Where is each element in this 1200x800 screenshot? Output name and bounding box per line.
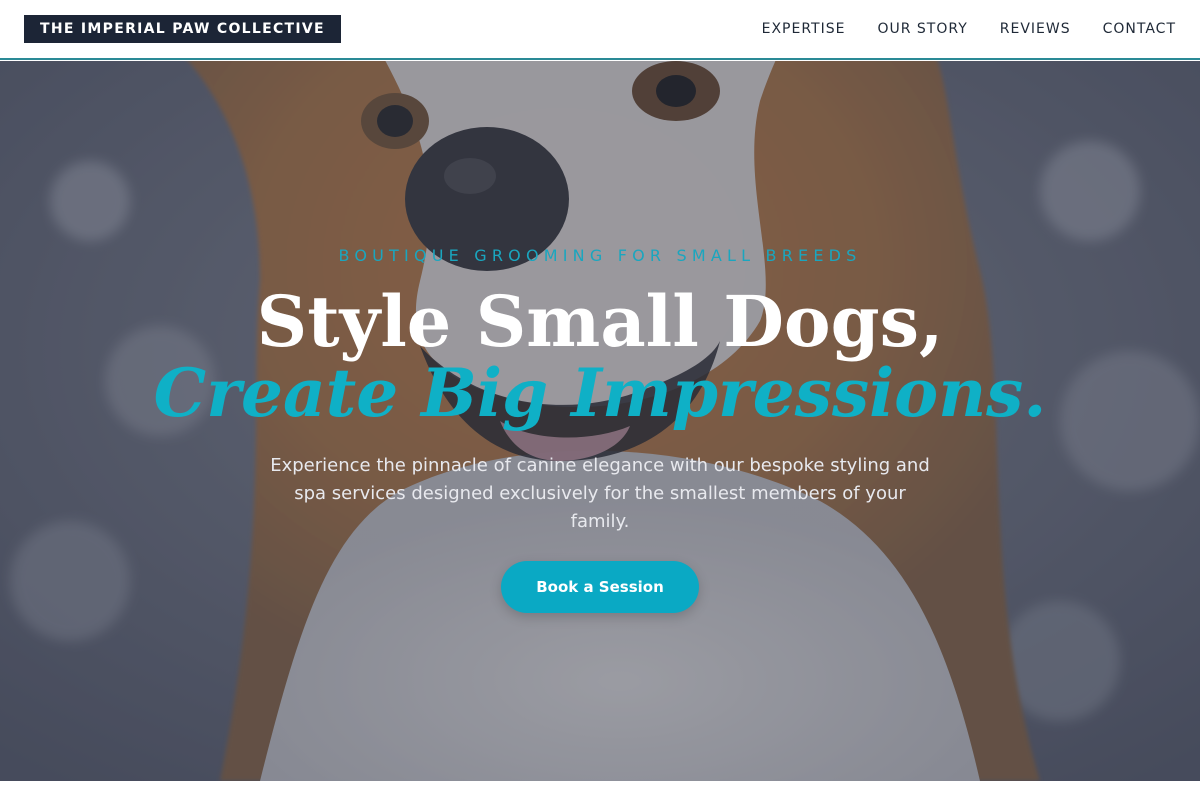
book-session-button[interactable]: Book a Session <box>501 561 699 613</box>
main-nav: EXPERTISE OUR STORY REVIEWS CONTACT <box>762 21 1176 37</box>
next-section-edge <box>0 781 1200 800</box>
nav-reviews[interactable]: REVIEWS <box>1000 21 1071 37</box>
nav-our-story[interactable]: OUR STORY <box>877 21 967 37</box>
site-header: THE IMPERIAL PAW COLLECTIVE EXPERTISE OU… <box>0 0 1200 60</box>
nav-expertise[interactable]: EXPERTISE <box>762 21 846 37</box>
hero-section: BOUTIQUE GROOMING FOR SMALL BREEDS Style… <box>0 61 1200 781</box>
nav-contact[interactable]: CONTACT <box>1103 21 1176 37</box>
hero-eyebrow: BOUTIQUE GROOMING FOR SMALL BREEDS <box>338 246 862 265</box>
hero-title-line2: Create Big Impressions. <box>153 354 1047 432</box>
hero-content: BOUTIQUE GROOMING FOR SMALL BREEDS Style… <box>0 61 1200 781</box>
brand-logo[interactable]: THE IMPERIAL PAW COLLECTIVE <box>24 15 341 43</box>
hero-description: Experience the pinnacle of canine elegan… <box>270 455 930 532</box>
